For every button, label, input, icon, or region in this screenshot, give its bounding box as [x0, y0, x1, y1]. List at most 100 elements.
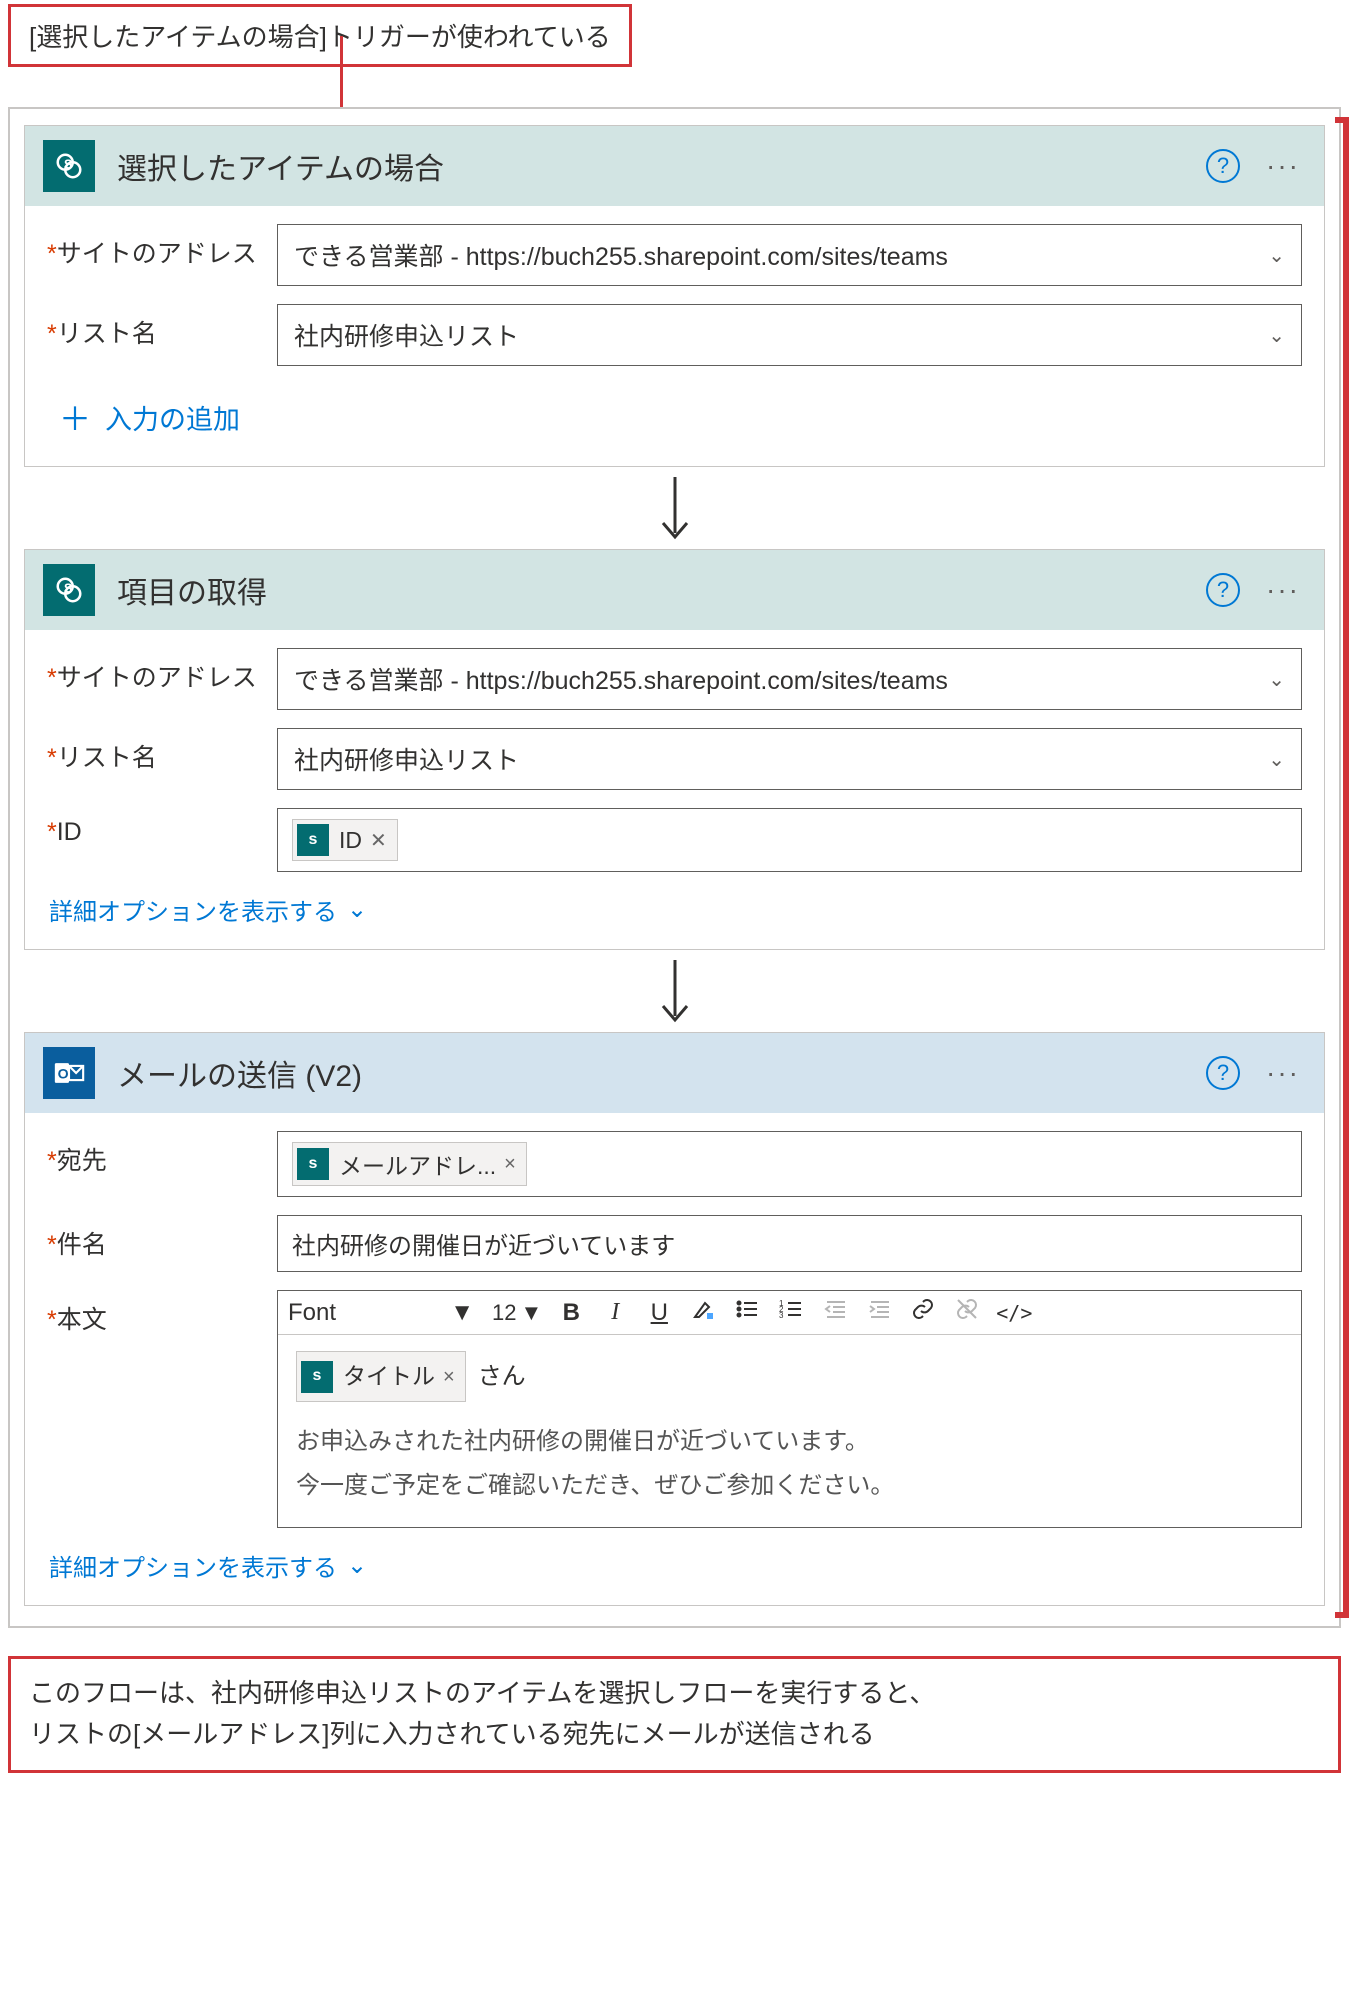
- sharepoint-token-icon: s: [297, 1148, 329, 1180]
- callout-bottom-annotation: このフローは、社内研修申込リストのアイテムを選択しフローを実行すると、 リストの…: [8, 1656, 1341, 1773]
- site-address-value: できる営業部 - https://buch255.sharepoint.com/…: [294, 237, 948, 273]
- site-address-value: できる営業部 - https://buch255.sharepoint.com/…: [294, 661, 948, 697]
- add-input-button[interactable]: ＋ 入力の追加: [47, 384, 1302, 444]
- flow-arrow: [24, 956, 1325, 1026]
- id-token[interactable]: s ID ✕: [292, 819, 398, 861]
- show-advanced-options-link[interactable]: 詳細オプションを表示する ⌄: [47, 890, 367, 927]
- trigger-card-header[interactable]: S 選択したアイテムの場合 ? ···: [25, 126, 1324, 206]
- rte-size-label: 12: [492, 1300, 516, 1326]
- rte-code-view-button[interactable]: </>: [996, 1301, 1026, 1325]
- id-input[interactable]: s ID ✕: [277, 808, 1302, 872]
- id-row: *ID s ID ✕: [47, 808, 1302, 872]
- site-address-select[interactable]: できる営業部 - https://buch255.sharepoint.com/…: [277, 648, 1302, 710]
- rte-font-label: Font: [288, 1299, 336, 1327]
- chevron-down-icon: ⌄: [347, 1551, 367, 1580]
- getitem-card-body: *サイトのアドレス できる営業部 - https://buch255.share…: [25, 630, 1324, 949]
- body-row: *本文 Font ▼ 12 ▼ B I U: [47, 1290, 1302, 1528]
- rte-italic-button[interactable]: I: [600, 1299, 630, 1326]
- sharepoint-icon: S: [43, 564, 95, 616]
- id-token-label: ID: [339, 827, 362, 854]
- body-after-token: さん: [478, 1355, 526, 1398]
- svg-text:3: 3: [779, 1311, 784, 1320]
- card-menu-button[interactable]: ···: [1260, 574, 1306, 606]
- svg-text:S: S: [64, 582, 72, 596]
- rte-font-select[interactable]: Font ▼: [288, 1299, 478, 1327]
- mail-title: メールの送信 (V2): [117, 1051, 1206, 1095]
- chevron-down-icon: ⌄: [347, 895, 367, 924]
- token-remove-icon[interactable]: ×: [443, 1359, 455, 1395]
- trigger-card-body: *サイトのアドレス できる営業部 - https://buch255.share…: [25, 206, 1324, 466]
- plus-icon: ＋: [59, 394, 91, 440]
- to-row: *宛先 s メールアドレ... ×: [47, 1131, 1302, 1197]
- site-address-label: *サイトのアドレス: [47, 224, 277, 270]
- help-icon[interactable]: ?: [1206, 573, 1240, 607]
- sharepoint-icon: S: [43, 140, 95, 192]
- rte-toolbar: Font ▼ 12 ▼ B I U: [278, 1291, 1301, 1335]
- to-input[interactable]: s メールアドレ... ×: [277, 1131, 1302, 1197]
- annotation-connector-line: [340, 36, 343, 108]
- callout-bottom-line-2: リストの[メールアドレス]列に入力されている宛先にメールが送信される: [29, 1714, 1320, 1756]
- site-address-select[interactable]: できる営業部 - https://buch255.sharepoint.com/…: [277, 224, 1302, 286]
- card-menu-button[interactable]: ···: [1260, 150, 1306, 182]
- token-remove-icon[interactable]: ×: [504, 1153, 516, 1176]
- getitem-title: 項目の取得: [117, 568, 1206, 612]
- list-name-value: 社内研修申込リスト: [294, 741, 519, 777]
- rte-size-select[interactable]: 12 ▼: [492, 1300, 542, 1326]
- body-label: *本文: [47, 1290, 277, 1336]
- site-address-row: *サイトのアドレス できる営業部 - https://buch255.share…: [47, 648, 1302, 710]
- to-token[interactable]: s メールアドレ... ×: [292, 1142, 527, 1186]
- list-name-select[interactable]: 社内研修申込リスト ⌄: [277, 304, 1302, 366]
- rte-bullet-list-button[interactable]: [732, 1297, 762, 1328]
- rte-body-content[interactable]: s タイトル × さん お申込みされた社内研修の開催日が近づいています。 今一度…: [278, 1335, 1301, 1527]
- help-icon[interactable]: ?: [1206, 1056, 1240, 1090]
- token-remove-icon[interactable]: ✕: [370, 828, 387, 853]
- to-token-label: メールアドレ...: [339, 1147, 496, 1181]
- outlook-icon: O: [43, 1047, 95, 1099]
- rte-bold-button[interactable]: B: [556, 1299, 586, 1327]
- id-label: *ID: [47, 808, 277, 847]
- rte-indent-button[interactable]: [864, 1297, 894, 1328]
- rte-outdent-button[interactable]: [820, 1297, 850, 1328]
- trigger-card: S 選択したアイテムの場合 ? ··· *サイトのアドレス できる営業部 - h…: [24, 125, 1325, 467]
- chevron-down-icon: ⌄: [1268, 747, 1285, 772]
- annotation-bracket-right: [1335, 117, 1349, 1618]
- subject-input[interactable]: 社内研修の開催日が近づいています: [277, 1215, 1302, 1272]
- rte-link-button[interactable]: [908, 1297, 938, 1328]
- trigger-title: 選択したアイテムの場合: [117, 144, 1206, 188]
- body-text-line-2: 今一度ご予定をご確認いただき、ぜひご参加ください。: [296, 1464, 1283, 1507]
- callout-top-text: [選択したアイテムの場合]トリガーが使われている: [29, 22, 611, 52]
- dropdown-caret-icon: ▼: [520, 1300, 542, 1326]
- svg-text:S: S: [64, 158, 72, 172]
- title-token[interactable]: s タイトル ×: [296, 1351, 466, 1402]
- card-menu-button[interactable]: ···: [1260, 1057, 1306, 1089]
- body-text-line-1: お申込みされた社内研修の開催日が近づいています。: [296, 1420, 1283, 1463]
- sharepoint-token-icon: s: [301, 1361, 333, 1393]
- rte-color-button[interactable]: [688, 1297, 718, 1328]
- chevron-down-icon: ⌄: [1268, 323, 1285, 348]
- rte-underline-button[interactable]: U: [644, 1299, 674, 1327]
- getitem-card: S 項目の取得 ? ··· *サイトのアドレス できる営業部 - https:/…: [24, 549, 1325, 950]
- subject-row: *件名 社内研修の開催日が近づいています: [47, 1215, 1302, 1272]
- advanced-label: 詳細オプションを表示する: [49, 892, 337, 927]
- site-address-row: *サイトのアドレス できる営業部 - https://buch255.share…: [47, 224, 1302, 286]
- getitem-card-header[interactable]: S 項目の取得 ? ···: [25, 550, 1324, 630]
- mail-card-header[interactable]: O メールの送信 (V2) ? ···: [25, 1033, 1324, 1113]
- list-name-value: 社内研修申込リスト: [294, 317, 519, 353]
- mail-card-body: *宛先 s メールアドレ... × *件名 社内研修の開催日が近づいています *…: [25, 1113, 1324, 1605]
- add-input-label: 入力の追加: [105, 398, 240, 437]
- flow-arrow: [24, 473, 1325, 543]
- subject-value: 社内研修の開催日が近づいています: [292, 1226, 675, 1261]
- dropdown-caret-icon: ▼: [450, 1299, 474, 1327]
- to-label: *宛先: [47, 1131, 277, 1177]
- rte-unlink-button[interactable]: [952, 1297, 982, 1328]
- rte-number-list-button[interactable]: 123: [776, 1297, 806, 1328]
- sharepoint-token-icon: s: [297, 824, 329, 856]
- help-icon[interactable]: ?: [1206, 149, 1240, 183]
- chevron-down-icon: ⌄: [1268, 667, 1285, 692]
- list-name-select[interactable]: 社内研修申込リスト ⌄: [277, 728, 1302, 790]
- show-advanced-options-link[interactable]: 詳細オプションを表示する ⌄: [47, 1546, 367, 1583]
- svg-text:O: O: [58, 1067, 69, 1083]
- body-line-1: s タイトル × さん: [296, 1351, 1283, 1402]
- mail-card: O メールの送信 (V2) ? ··· *宛先 s メールアドレ... × *件…: [24, 1032, 1325, 1606]
- list-name-row: *リスト名 社内研修申込リスト ⌄: [47, 728, 1302, 790]
